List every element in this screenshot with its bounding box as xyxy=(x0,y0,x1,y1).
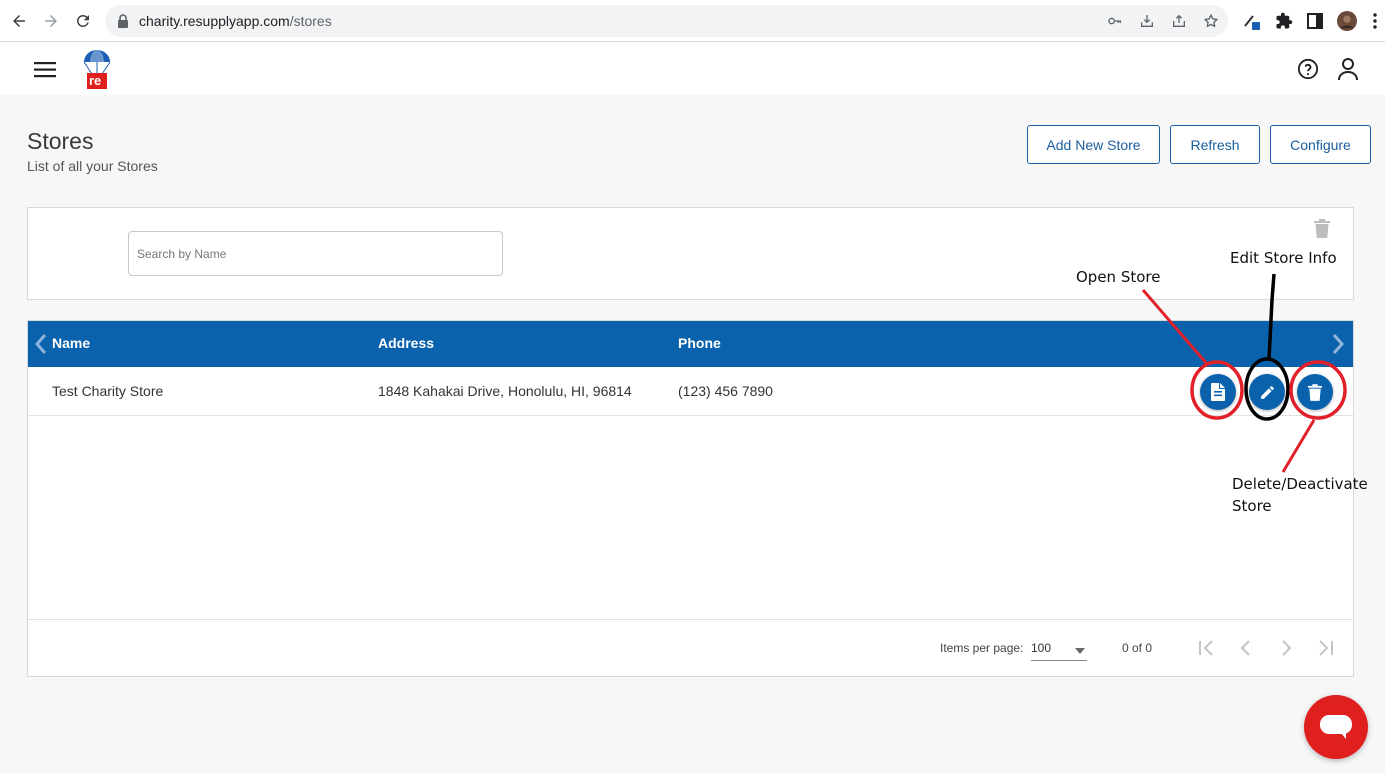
bookmark-star-icon[interactable] xyxy=(1202,12,1220,30)
logo-text: re xyxy=(89,73,102,88)
url-path: /stores xyxy=(289,13,332,29)
chat-widget-button[interactable] xyxy=(1304,695,1368,759)
key-icon[interactable] xyxy=(1106,12,1124,30)
trash-icon xyxy=(1308,383,1322,401)
stores-table: Name Address Phone Test Charity Store 18… xyxy=(27,320,1354,677)
items-per-page-select[interactable]: 100 xyxy=(1031,637,1087,661)
url-host: charity.resupplyapp.com xyxy=(139,13,290,29)
open-store-button[interactable] xyxy=(1200,374,1236,410)
document-icon xyxy=(1211,383,1225,401)
items-per-page-value: 100 xyxy=(1031,641,1052,655)
address-bar[interactable]: charity.resupplyapp.com/stores xyxy=(105,5,1228,37)
edit-store-button[interactable] xyxy=(1249,374,1285,410)
resupply-logo[interactable]: re xyxy=(82,48,112,90)
first-page-icon[interactable] xyxy=(1194,636,1218,660)
items-per-page-label: Items per page: xyxy=(940,641,1024,655)
configure-button[interactable]: Configure xyxy=(1270,125,1371,164)
profile-avatar-icon[interactable] xyxy=(1337,11,1357,31)
store-address-cell: 1848 Kahakai Drive, Honolulu, HI, 96814 xyxy=(378,383,632,399)
forward-icon[interactable] xyxy=(38,8,64,34)
store-phone-cell: (123) 456 7890 xyxy=(678,383,773,399)
open-store-annotation: Open Store xyxy=(1076,268,1161,286)
table-header: Name Address Phone xyxy=(28,321,1353,367)
page-subtitle: List of all your Stores xyxy=(27,158,158,174)
edit-store-annotation: Edit Store Info xyxy=(1230,249,1337,267)
user-account-icon[interactable] xyxy=(1337,57,1359,81)
browser-menu-icon[interactable] xyxy=(1370,11,1380,31)
browser-toolbar: charity.resupplyapp.com/stores xyxy=(0,0,1385,42)
reload-icon[interactable] xyxy=(70,8,96,34)
extensions-puzzle-icon[interactable] xyxy=(1274,11,1294,31)
column-header-phone[interactable]: Phone xyxy=(678,335,721,351)
side-panel-icon[interactable] xyxy=(1305,11,1325,31)
pen-extension-icon[interactable] xyxy=(1242,11,1262,31)
scroll-right-chevron-icon[interactable] xyxy=(1331,333,1345,355)
pagination-range: 0 of 0 xyxy=(1122,641,1153,655)
search-input[interactable] xyxy=(128,231,503,276)
column-header-address[interactable]: Address xyxy=(378,335,434,351)
last-page-icon[interactable] xyxy=(1314,636,1338,660)
chat-bubble-icon xyxy=(1320,715,1352,739)
delete-store-annotation-line1: Delete/Deactivate xyxy=(1232,475,1368,493)
next-page-icon[interactable] xyxy=(1274,636,1298,660)
page-title: Stores xyxy=(27,128,94,154)
refresh-button[interactable]: Refresh xyxy=(1170,125,1260,164)
install-icon[interactable] xyxy=(1138,12,1156,30)
hamburger-menu-icon[interactable] xyxy=(34,62,56,78)
lock-icon[interactable] xyxy=(114,12,132,30)
scroll-left-chevron-icon[interactable] xyxy=(34,333,48,355)
delete-store-button[interactable] xyxy=(1297,374,1333,410)
column-header-name[interactable]: Name xyxy=(52,335,90,351)
share-icon[interactable] xyxy=(1170,12,1188,30)
back-icon[interactable] xyxy=(6,8,32,34)
help-icon[interactable] xyxy=(1297,58,1319,80)
table-row[interactable]: Test Charity Store 1848 Kahakai Drive, H… xyxy=(28,367,1353,416)
app-header: re xyxy=(0,43,1385,95)
table-footer-divider xyxy=(28,619,1353,620)
clear-filter-trash-icon[interactable] xyxy=(1314,219,1332,239)
previous-page-icon[interactable] xyxy=(1234,636,1258,660)
url-text[interactable]: charity.resupplyapp.com/stores xyxy=(139,13,332,29)
pencil-icon xyxy=(1260,385,1274,399)
store-name-cell: Test Charity Store xyxy=(52,383,164,399)
dropdown-arrow-icon xyxy=(1075,648,1085,654)
add-new-store-button[interactable]: Add New Store xyxy=(1027,125,1160,164)
delete-store-annotation-line2: Store xyxy=(1232,497,1272,515)
